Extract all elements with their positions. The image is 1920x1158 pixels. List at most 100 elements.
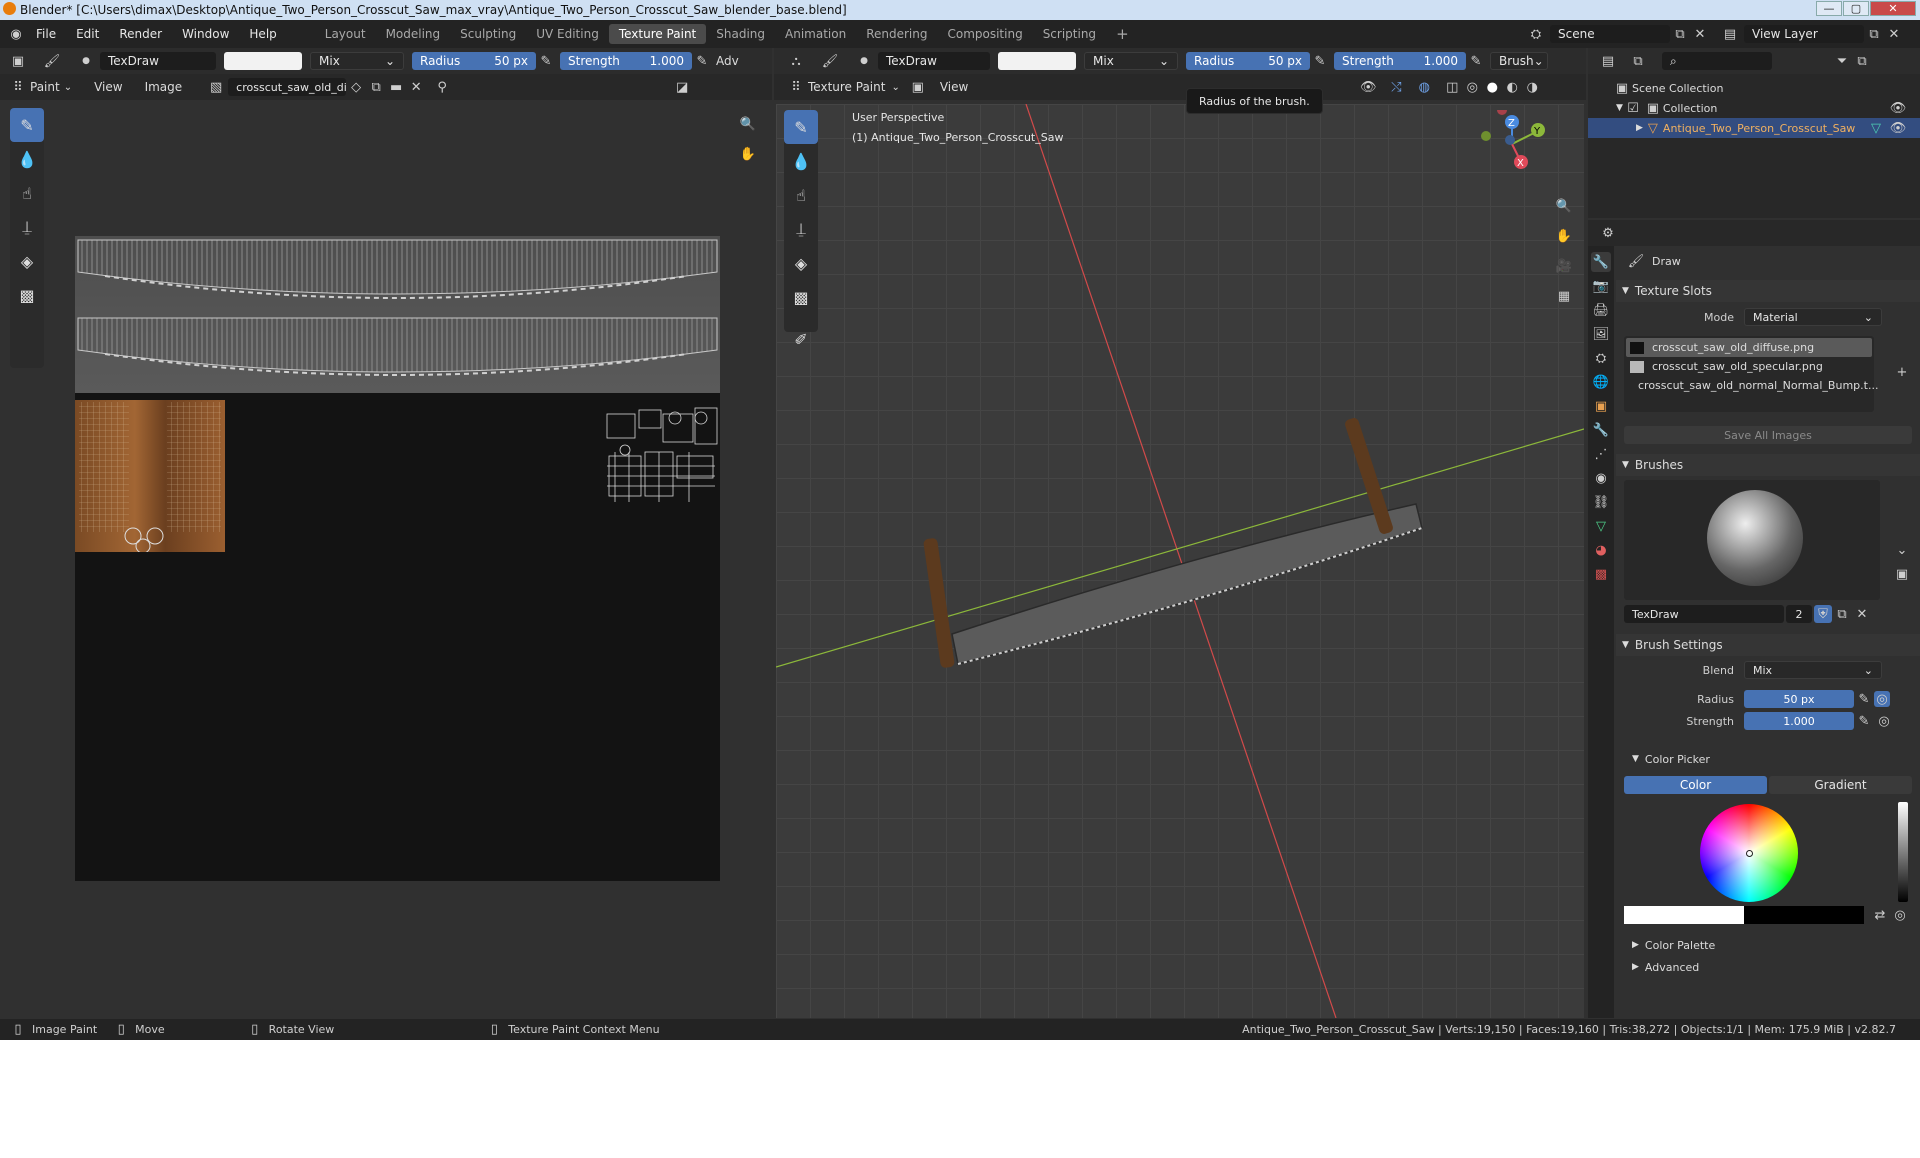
view-layer-tab-icon[interactable]: 🖼 <box>1591 324 1611 344</box>
solid-shading-icon[interactable]: ● <box>1482 77 1502 97</box>
editor-type-icon[interactable]: ▤ <box>1598 51 1618 71</box>
texture-slot-item[interactable]: crosscut_saw_old_diffuse.png <box>1626 338 1872 357</box>
tab-texture-paint[interactable]: Texture Paint <box>608 24 707 44</box>
checkbox-icon[interactable]: ☑ <box>1623 98 1643 118</box>
strength-slider[interactable]: Strength 1.000 <box>1334 52 1466 70</box>
menu-view[interactable]: View <box>94 80 122 94</box>
new-view-layer-icon[interactable]: ⧉ <box>1864 24 1884 44</box>
image-name-field[interactable]: crosscut_saw_old_di... <box>228 78 347 96</box>
tree-object[interactable]: ▶ ▽ Antique_Two_Person_Crosscut_Saw ▽ 👁 <box>1588 118 1920 138</box>
tool-tab-icon[interactable]: 🔧 <box>1591 252 1611 272</box>
radius-slider[interactable]: 50 px <box>1744 690 1854 708</box>
scene-field[interactable]: Scene <box>1550 25 1670 43</box>
paint-mode-dropdown[interactable]: Paint <box>30 80 60 94</box>
radius-pressure-icon[interactable]: ✎ <box>1310 51 1330 71</box>
radius-unit-icon[interactable]: ◎ <box>1874 691 1890 707</box>
value-slider[interactable] <box>1898 802 1908 902</box>
view-layer-field[interactable]: View Layer <box>1744 25 1864 43</box>
duplicate-brush-icon[interactable]: ⧉ <box>1832 604 1852 624</box>
texture-image[interactable] <box>75 236 720 881</box>
add-slot-icon[interactable]: + <box>1892 362 1912 382</box>
annotate-tool-icon[interactable]: ✐ <box>784 322 818 356</box>
color-picker-header[interactable]: ▼ Color Picker <box>1616 748 1920 770</box>
strength-pressure-icon[interactable]: ✎ <box>1466 51 1486 71</box>
outliner-search-input[interactable]: ⌕ <box>1662 52 1772 70</box>
data-tab-icon[interactable]: ▽ <box>1591 516 1611 536</box>
pin-icon[interactable]: ⚲ <box>432 77 452 97</box>
constraints-tab-icon[interactable]: ⛓ <box>1591 492 1611 512</box>
draw-tool-icon[interactable]: ✎ <box>784 110 818 144</box>
tab-compositing[interactable]: Compositing <box>937 24 1032 44</box>
navigation-gizmo[interactable]: Z Y X <box>1476 110 1546 180</box>
radius-slider[interactable]: Radius 50 px <box>412 52 536 70</box>
scene-tab-icon[interactable]: ⛭ <box>1591 348 1611 368</box>
fake-user-shield-icon[interactable]: ⛨ <box>1814 605 1832 623</box>
fill-tool-icon[interactable]: ◈ <box>784 246 818 280</box>
texture-slot-item[interactable]: crosscut_saw_old_specular.png <box>1626 357 1872 376</box>
radius-pressure-icon[interactable]: ✎ <box>536 51 556 71</box>
blend-dropdown[interactable]: Mix ⌄ <box>1744 661 1882 679</box>
mode-dropdown[interactable]: Material ⌄ <box>1744 308 1882 326</box>
unlink-image-icon[interactable]: ✕ <box>406 77 426 97</box>
editor-type-icon[interactable]: ⚙ <box>1598 223 1618 243</box>
viewport-canvas[interactable]: ✎ 💧 ☝ ⍊ ◈ ▩ ✐ User Perspective (1) Antiq… <box>776 88 1584 1018</box>
close-window-button[interactable]: ✕ <box>1870 1 1916 16</box>
filter-icon[interactable]: ⏷ <box>1832 51 1852 71</box>
tab-color[interactable]: Color <box>1624 776 1767 794</box>
brushes-panel-header[interactable]: ▼ Brushes <box>1616 454 1920 476</box>
pan-hand-icon[interactable]: ✋ <box>1554 226 1574 246</box>
strength-slider[interactable]: Strength 1.000 <box>560 52 692 70</box>
physics-tab-icon[interactable]: ◉ <box>1591 468 1611 488</box>
wireframe-shading-icon[interactable]: ◎ <box>1462 77 1482 97</box>
editor-type-icon[interactable]: ▣ <box>8 51 28 71</box>
world-tab-icon[interactable]: 🌐 <box>1591 372 1611 392</box>
tab-animation[interactable]: Animation <box>775 24 856 44</box>
brush-preview[interactable] <box>1624 480 1880 600</box>
open-image-icon[interactable]: ▬ <box>386 77 406 97</box>
menu-view[interactable]: View <box>940 80 968 94</box>
material-shading-icon[interactable]: ◐ <box>1502 77 1522 97</box>
brush-name-field[interactable]: TexDraw <box>1624 605 1784 623</box>
add-workspace-button[interactable]: + <box>1106 22 1139 46</box>
clone-tool-icon[interactable]: ⍊ <box>10 210 44 244</box>
tab-layout[interactable]: Layout <box>315 24 376 44</box>
mask-tool-icon[interactable]: ▩ <box>784 280 818 314</box>
save-all-images-button[interactable]: Save All Images <box>1624 426 1912 444</box>
color-wheel-cursor[interactable] <box>1746 850 1753 857</box>
tree-scene-collection[interactable]: ▣ Scene Collection <box>1588 78 1920 98</box>
texture-tab-icon[interactable]: ▩ <box>1591 564 1611 584</box>
tab-gradient[interactable]: Gradient <box>1769 776 1912 794</box>
soften-tool-icon[interactable]: 💧 <box>784 144 818 178</box>
brush-users-count[interactable]: 2 <box>1786 605 1812 623</box>
brush-color-swatch[interactable] <box>998 52 1076 70</box>
tab-modeling[interactable]: Modeling <box>376 24 451 44</box>
mode-dropdown[interactable]: Texture Paint <box>808 80 885 94</box>
mask-toggle-icon[interactable]: ▣ <box>908 77 928 97</box>
display-mode-icon[interactable]: ⧉ <box>1628 51 1648 71</box>
fake-user-icon[interactable]: ◇ <box>346 77 366 97</box>
grid-view-icon[interactable]: ▦ <box>1554 286 1574 306</box>
new-scene-icon[interactable]: ⧉ <box>1670 24 1690 44</box>
strength-pressure-icon[interactable]: ✎ <box>692 51 712 71</box>
menu-render[interactable]: Render <box>109 27 172 41</box>
zoom-icon[interactable]: 🔍 <box>738 114 758 134</box>
color-palette-header[interactable]: ▶ Color Palette <box>1616 934 1920 956</box>
menu-image[interactable]: Image <box>145 80 183 94</box>
blend-dropdown[interactable]: Mix ⌄ <box>310 52 404 70</box>
soften-tool-icon[interactable]: 💧 <box>10 142 44 176</box>
menu-help[interactable]: Help <box>239 27 286 41</box>
new-collection-icon[interactable]: ⧉ <box>1852 51 1872 71</box>
draw-tool-icon[interactable]: ✎ <box>10 108 44 142</box>
texture-slots-panel-header[interactable]: ▼ Texture Slots <box>1616 280 1920 302</box>
editor-type-icon[interactable]: ⛬ <box>786 51 806 71</box>
chevron-down-icon[interactable]: ⌄ <box>1892 540 1912 560</box>
brush-name-field[interactable]: TexDraw <box>100 52 216 70</box>
strength-unit-icon[interactable]: ◎ <box>1874 711 1894 731</box>
mask-tool-icon[interactable]: ▩ <box>10 278 44 312</box>
smear-tool-icon[interactable]: ☝ <box>10 176 44 210</box>
menu-window[interactable]: Window <box>172 27 239 41</box>
minimize-button[interactable]: — <box>1816 1 1842 16</box>
pan-hand-icon[interactable]: ✋ <box>738 144 758 164</box>
brush-name-field[interactable]: TexDraw <box>878 52 990 70</box>
tree-collection[interactable]: ▼ ☑ ▣ Collection 👁 <box>1588 98 1920 118</box>
